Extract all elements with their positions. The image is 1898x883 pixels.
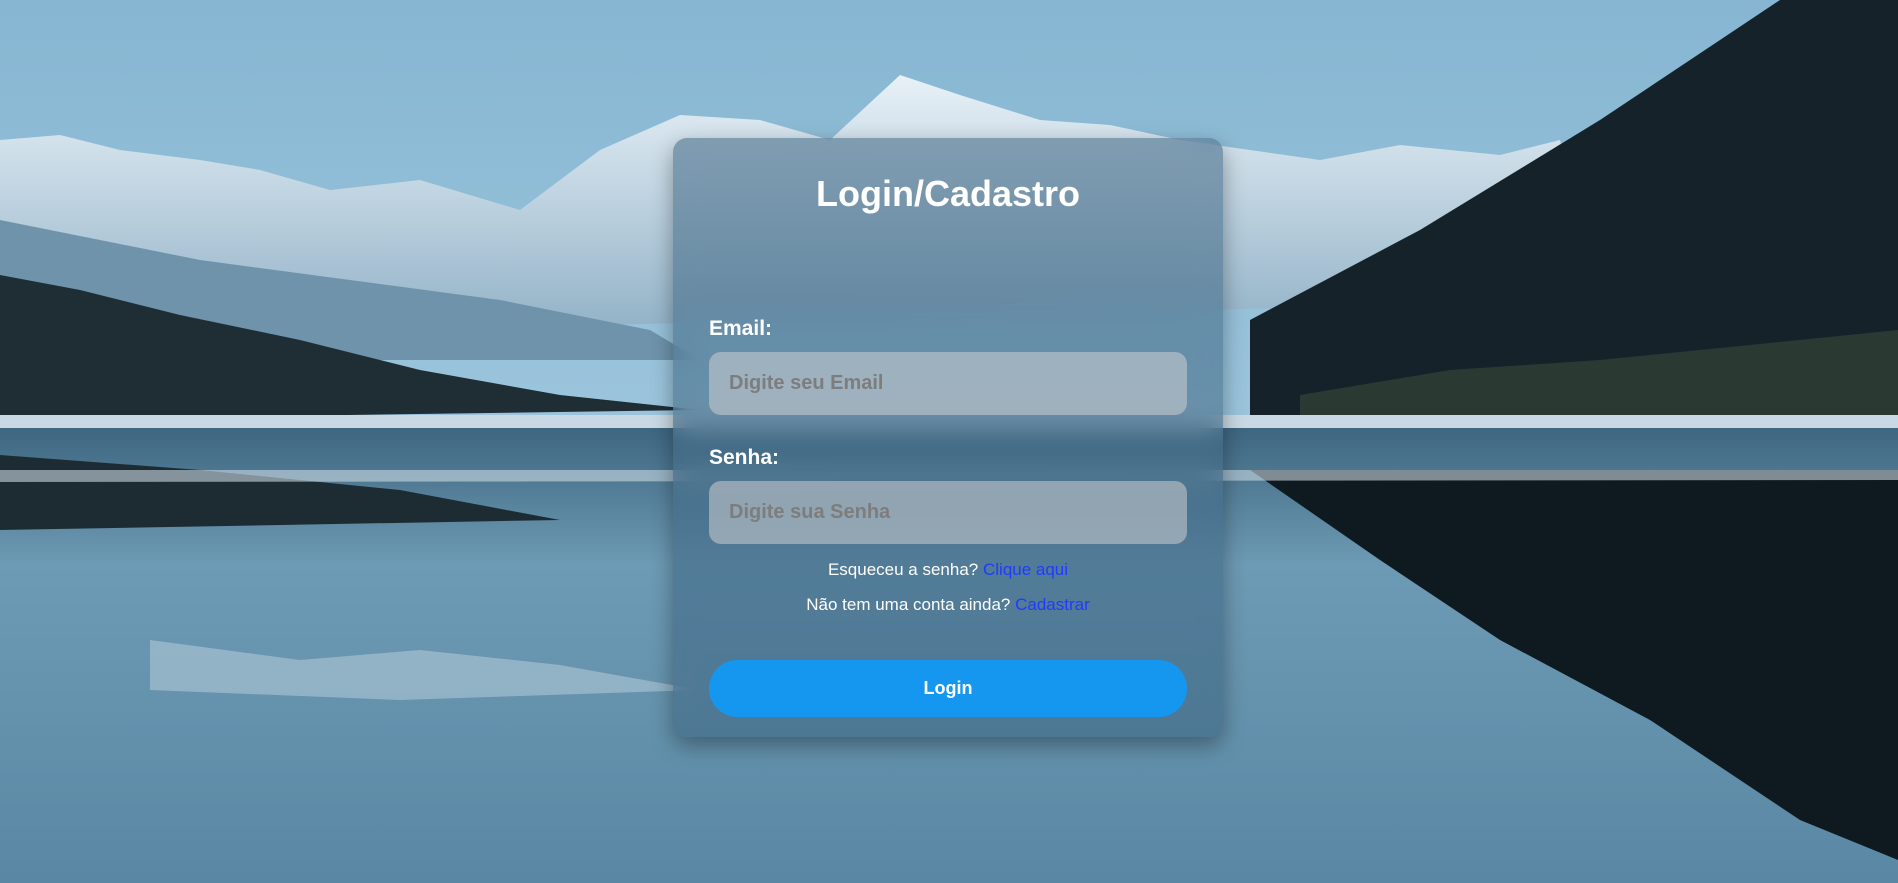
email-label: Email: <box>709 317 773 340</box>
forgot-password-text: Esqueceu a senha? <box>827 560 979 579</box>
page-title: Login/Cadastro <box>815 173 1080 214</box>
login-page: Login/Cadastro Email: Senha: Esqueceu a … <box>0 0 1898 883</box>
register-text: Não tem uma conta ainda? <box>806 595 1011 614</box>
email-field[interactable] <box>709 352 1187 415</box>
forgot-password-link[interactable]: Clique aqui <box>983 560 1068 579</box>
password-field[interactable] <box>709 481 1187 544</box>
forgot-password-line: Esqueceu a senha? Clique aqui <box>709 560 1187 580</box>
register-link[interactable]: Cadastrar <box>1015 595 1090 614</box>
login-card: Login/Cadastro Email: Senha: Esqueceu a … <box>673 138 1223 737</box>
login-button[interactable]: Login <box>709 660 1187 717</box>
register-line: Não tem uma conta ainda? Cadastrar <box>709 595 1187 615</box>
password-label: Senha: <box>709 446 780 469</box>
